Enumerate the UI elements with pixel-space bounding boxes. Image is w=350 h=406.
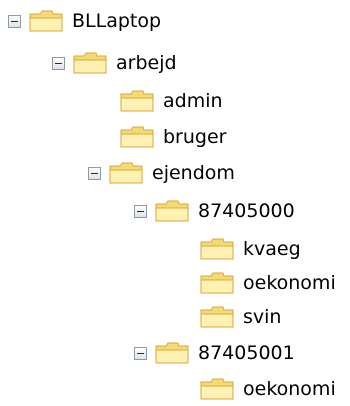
folder-icon	[120, 90, 154, 112]
collapse-toggle-icon[interactable]	[134, 346, 147, 360]
tree-node-label: admin	[163, 90, 223, 112]
folder-icon	[200, 306, 234, 328]
tree-node-label: svin	[243, 306, 282, 328]
tree-node-bruger[interactable]: bruger	[120, 120, 227, 154]
tree-node-label: 87405001	[198, 342, 295, 364]
tree-node-arbejd[interactable]: arbejd	[52, 46, 178, 80]
tree-node-svin[interactable]: svin	[200, 300, 282, 334]
tree-node-label: oekonomi	[243, 378, 336, 400]
folder-icon	[200, 378, 234, 400]
tree-node-bllaptop[interactable]: BLLaptop	[8, 4, 162, 38]
tree-node-ejendom[interactable]: ejendom	[88, 156, 236, 190]
folder-icon	[155, 200, 189, 222]
collapse-toggle-icon[interactable]	[8, 14, 21, 28]
folder-icon	[155, 342, 189, 364]
folder-icon	[29, 10, 63, 32]
tree-node-label: oekonomi	[243, 272, 336, 294]
folder-icon	[73, 52, 107, 74]
tree-node-87405001[interactable]: 87405001	[134, 336, 296, 370]
collapse-toggle-icon[interactable]	[88, 166, 101, 180]
folder-icon	[120, 126, 154, 148]
folder-icon	[200, 272, 234, 294]
tree-node-label: ejendom	[152, 162, 235, 184]
collapse-toggle-icon[interactable]	[52, 56, 65, 70]
tree-node-label: arbejd	[116, 52, 177, 74]
tree-node-label: 87405000	[198, 200, 295, 222]
tree-node-label: BLLaptop	[72, 10, 162, 32]
tree-node-admin[interactable]: admin	[120, 84, 224, 118]
tree-node-label: kvaeg	[243, 238, 301, 260]
tree-node-label: bruger	[163, 126, 227, 148]
tree-node-kvaeg[interactable]: kvaeg	[200, 232, 302, 266]
folder-icon	[200, 238, 234, 260]
tree-node-87405000[interactable]: 87405000	[134, 194, 296, 228]
folder-icon	[109, 162, 143, 184]
folder-tree: BLLaptop arbejd admin bruger ejendom 874…	[0, 0, 350, 401]
tree-node-oekonomi[interactable]: oekonomi	[200, 266, 337, 300]
collapse-toggle-icon[interactable]	[134, 204, 147, 218]
